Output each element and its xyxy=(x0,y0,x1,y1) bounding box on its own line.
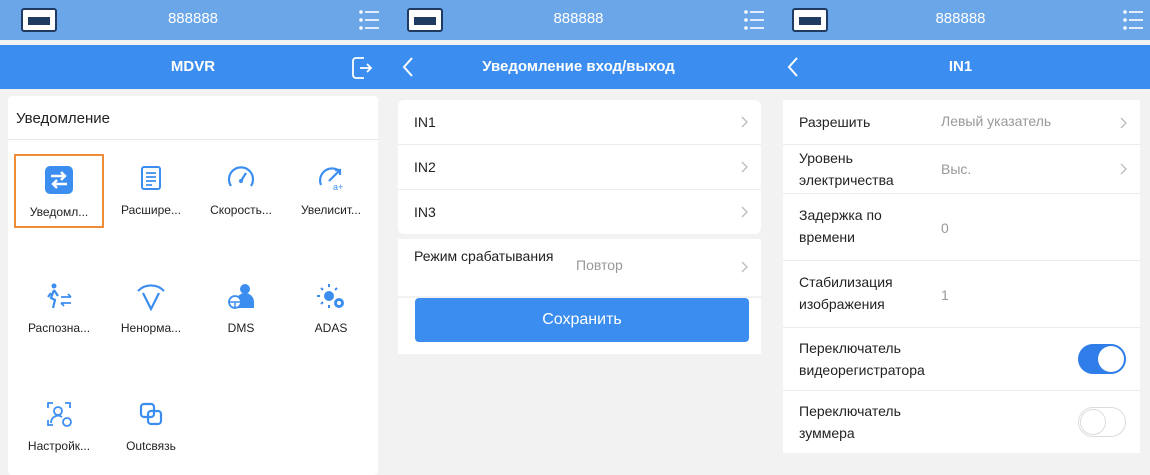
tile-label: Увелисит... xyxy=(300,203,362,217)
input-label: IN3 xyxy=(414,204,436,220)
screen-mdvr-menu: 888888 MDVR Уведомление Уведомл... Расши… xyxy=(0,0,386,475)
driver-icon xyxy=(228,284,254,309)
input-label: IN2 xyxy=(414,159,436,175)
delay-label: Задержка по времени xyxy=(799,207,882,245)
stabilization-row[interactable]: Стабилизация изображения 1 xyxy=(783,261,1140,328)
tile-notification-io[interactable]: Уведомл... xyxy=(14,154,104,228)
nav-bar: IN1 xyxy=(771,45,1150,89)
recorder-switch-label: Переключатель видеорегистратора xyxy=(799,340,925,378)
screen-io-notification: 888888 Уведомление вход/выход IN1 IN2 IN… xyxy=(386,0,771,475)
tile-label: Настройк... xyxy=(27,439,91,453)
toggle-knob xyxy=(1098,346,1124,372)
link-icon xyxy=(139,402,163,426)
status-bar: 888888 xyxy=(771,0,1150,40)
abnormal-signal-icon xyxy=(137,284,165,311)
device-number: 888888 xyxy=(935,10,986,27)
delay-value: 0 xyxy=(941,220,949,236)
svg-text:a+: a+ xyxy=(333,182,343,192)
trigger-mode-value: Повтор xyxy=(576,257,623,273)
screen-in1-settings: 888888 IN1 Разрешить Левый указатель Уро… xyxy=(771,0,1150,475)
trigger-mode-label: Режим срабатывания xyxy=(414,248,554,264)
tile-label: Распозна... xyxy=(27,321,91,335)
tile-recognition[interactable]: Распозна... xyxy=(14,272,104,346)
level-label: Уровень электричества xyxy=(799,150,894,188)
chevron-right-icon xyxy=(741,116,748,128)
page-title: Уведомление вход/выход xyxy=(482,58,675,75)
device-number: 888888 xyxy=(553,10,604,27)
chevron-right-icon xyxy=(741,261,748,273)
notification-card: Уведомление Уведомл... Расшире... Скорос… xyxy=(8,96,378,475)
tile-dms[interactable]: DMS xyxy=(196,272,286,346)
delay-row[interactable]: Задержка по времени 0 xyxy=(783,194,1140,261)
level-value: Выс. xyxy=(941,161,972,177)
tile-abnormal[interactable]: Ненорма... xyxy=(106,272,196,346)
tile-link[interactable]: Outсвязь xyxy=(106,390,196,464)
chevron-right-icon xyxy=(741,206,748,218)
level-row[interactable]: Уровень электричества Выс. xyxy=(783,145,1140,194)
tile-label: Уведомл... xyxy=(29,205,89,219)
tile-label: DMS xyxy=(227,321,255,335)
enable-value: Левый указатель xyxy=(941,113,1052,129)
tile-label: Скорость... xyxy=(210,203,272,217)
save-button[interactable]: Сохранить xyxy=(415,298,749,342)
section-title: Уведомление xyxy=(16,110,111,127)
document-list-icon xyxy=(141,166,161,190)
tile-speed[interactable]: Скорость... xyxy=(196,154,286,228)
input-row-in2[interactable]: IN2 xyxy=(398,145,761,190)
tile-label: Расшире... xyxy=(121,203,181,217)
tile-label: Outсвязь xyxy=(126,439,176,453)
status-bar: 888888 xyxy=(0,0,386,40)
tile-adas[interactable]: ADAS xyxy=(286,272,376,346)
toggle-knob xyxy=(1080,409,1106,435)
buzzer-switch-row: Переключатель зуммера xyxy=(783,391,1140,453)
menu-list-icon[interactable] xyxy=(743,8,765,32)
adas-sensor-icon xyxy=(317,284,344,308)
input-label: IN1 xyxy=(414,114,436,130)
trigger-mode-row[interactable]: Режим срабатывания Повтор xyxy=(398,239,761,296)
switch-arrows-icon xyxy=(45,166,73,194)
menu-list-icon[interactable] xyxy=(1122,8,1144,32)
page-title: IN1 xyxy=(948,58,973,75)
page-title: MDVR xyxy=(170,58,216,75)
recorder-toggle[interactable] xyxy=(1078,344,1126,374)
face-settings-icon xyxy=(47,402,72,427)
logout-icon[interactable] xyxy=(350,55,374,81)
input-list: IN1 IN2 IN3 xyxy=(398,100,761,234)
chevron-right-icon xyxy=(741,161,748,173)
chevron-right-icon xyxy=(1120,163,1127,175)
status-bar: 888888 xyxy=(386,0,771,40)
input-row-in1[interactable]: IN1 xyxy=(398,100,761,145)
enable-label: Разрешить xyxy=(799,114,871,130)
menu-list-icon[interactable] xyxy=(358,8,380,32)
tile-label: ADAS xyxy=(314,321,348,335)
tile-settings[interactable]: Настройк... xyxy=(14,390,104,464)
device-number: 888888 xyxy=(167,10,219,27)
buzzer-toggle[interactable] xyxy=(1078,407,1126,437)
pedestrian-icon xyxy=(47,283,72,309)
buzzer-switch-label: Переключатель зуммера xyxy=(799,403,901,441)
divider xyxy=(8,139,378,140)
tile-extended[interactable]: Расшире... xyxy=(106,154,196,228)
stabilization-label: Стабилизация изображения xyxy=(799,274,893,312)
tile-label: Ненорма... xyxy=(120,321,182,335)
tile-acceleration[interactable]: a+ Увелисит... xyxy=(286,154,376,228)
input-row-in3[interactable]: IN3 xyxy=(398,190,761,234)
speedometer-icon xyxy=(227,166,255,187)
stabilization-value: 1 xyxy=(941,287,949,303)
acceleration-icon: a+ xyxy=(319,167,343,192)
nav-bar: MDVR xyxy=(0,45,386,89)
nav-bar: Уведомление вход/выход xyxy=(386,45,771,89)
enable-row[interactable]: Разрешить Левый указатель xyxy=(783,100,1140,145)
chevron-right-icon xyxy=(1120,117,1127,129)
recorder-switch-row: Переключатель видеорегистратора xyxy=(783,328,1140,391)
